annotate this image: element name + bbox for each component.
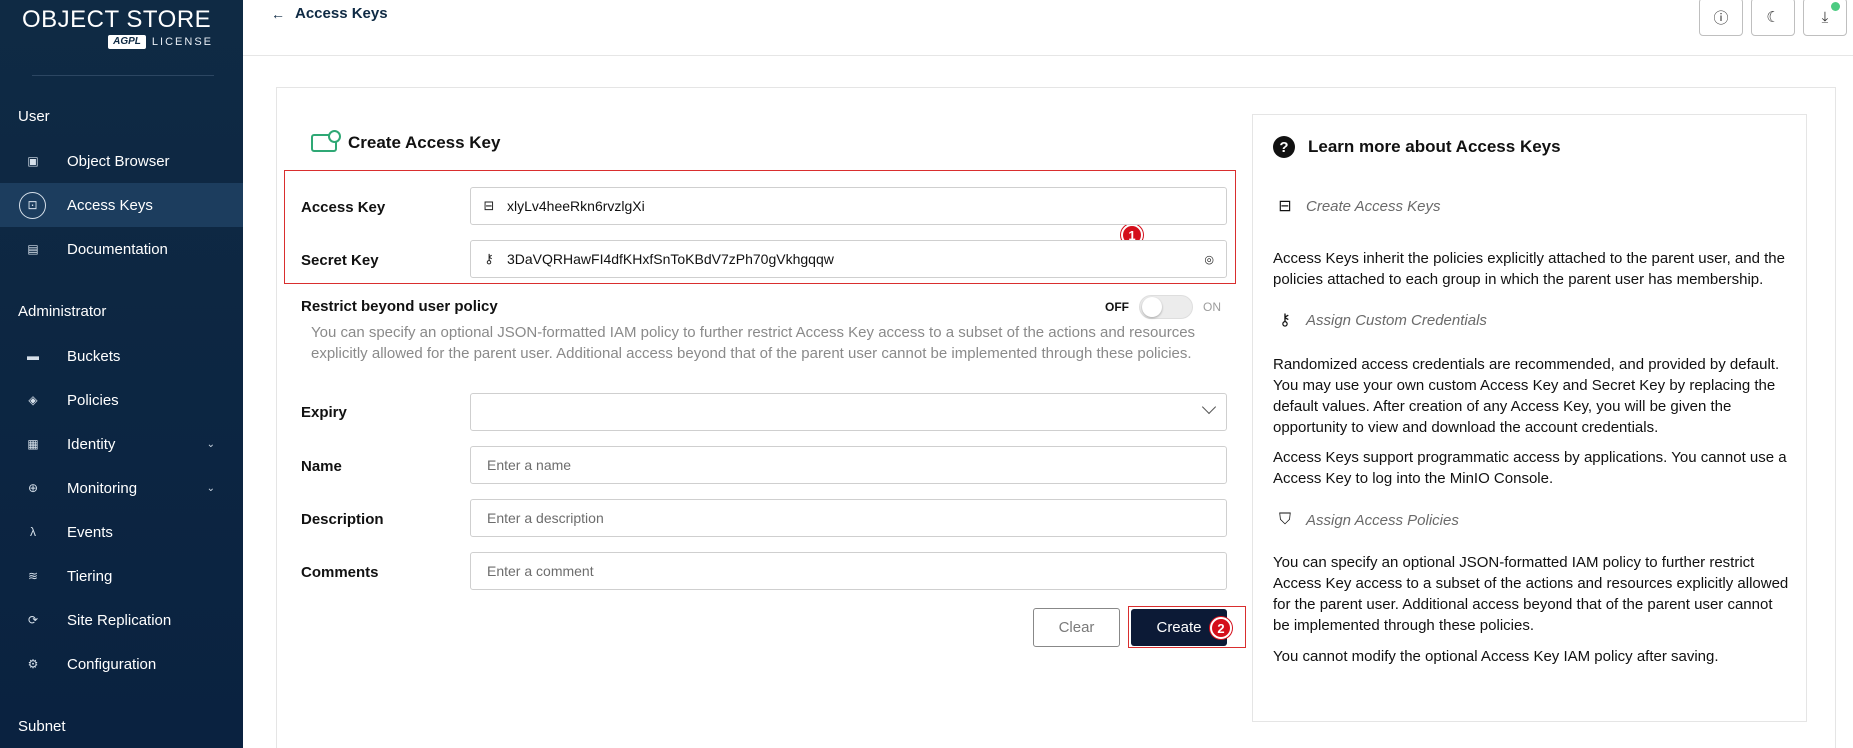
identity-icon: ▦ bbox=[27, 437, 39, 451]
chevron-down-icon: ⌄ bbox=[206, 438, 215, 450]
description-input[interactable]: Enter a description bbox=[470, 499, 1227, 537]
comments-label: Comments bbox=[301, 564, 379, 581]
sidebar-item-buckets[interactable]: ▬ Buckets bbox=[0, 334, 243, 378]
downloads-button[interactable]: ⤓ bbox=[1803, 0, 1847, 36]
lambda-icon: λ bbox=[30, 525, 36, 539]
help-subtitle-policies: ⛉ Assign Access Policies bbox=[1273, 510, 1459, 530]
id-card-icon: ⊟ bbox=[1278, 198, 1292, 215]
help-button[interactable]: ⓘ bbox=[1699, 0, 1743, 36]
key-icon: ⚷ bbox=[484, 251, 494, 266]
help-subtitle-create: ⊟ Create Access Keys bbox=[1273, 196, 1440, 216]
question-icon: ? bbox=[1273, 136, 1295, 158]
sidebar-item-policies[interactable]: ◈ Policies bbox=[0, 378, 243, 422]
name-label: Name bbox=[301, 458, 342, 475]
download-icon: ⤓ bbox=[1821, 8, 1829, 26]
back-link[interactable]: ← Access Keys bbox=[271, 5, 388, 22]
section-title-user: User bbox=[18, 108, 50, 125]
section-title-administrator: Administrator bbox=[18, 303, 107, 320]
sidebar-item-tiering[interactable]: ≋ Tiering bbox=[0, 554, 243, 598]
moon-icon: ☾ bbox=[1766, 9, 1780, 26]
id-card-icon: ⊟ bbox=[483, 198, 495, 213]
shield-icon: ⛉ bbox=[1278, 511, 1291, 528]
sidebar-item-events[interactable]: λ Events bbox=[0, 510, 243, 554]
logo: OBJECT STORE AGPL LICENSE bbox=[22, 6, 222, 54]
help-subtitle-credentials: ⚷ Assign Custom Credentials bbox=[1273, 310, 1487, 330]
section-title-subnet: Subnet bbox=[18, 718, 66, 735]
logo-text: OBJECT STORE bbox=[22, 6, 212, 33]
sidebar-item-configuration[interactable]: ⚙ Configuration bbox=[0, 642, 243, 686]
help-paragraph: Randomized access credentials are recomm… bbox=[1273, 356, 1780, 436]
access-key-label: Access Key bbox=[301, 199, 386, 216]
policies-icon: ◈ bbox=[28, 393, 38, 407]
sidebar-item-access-keys[interactable]: ⊡ Access Keys bbox=[0, 183, 243, 227]
site-replication-icon: ⟳ bbox=[27, 613, 39, 627]
monitoring-icon: ⊕ bbox=[27, 481, 39, 495]
sidebar-item-monitoring[interactable]: ⊕ Monitoring ⌄ bbox=[0, 466, 243, 510]
sidebar-item-identity[interactable]: ▦ Identity ⌄ bbox=[0, 422, 243, 466]
name-input[interactable]: Enter a name bbox=[470, 446, 1227, 484]
help-paragraph: Access Keys inherit the policies explici… bbox=[1273, 250, 1785, 288]
sidebar: OBJECT STORE AGPL LICENSE User ▣ Object … bbox=[0, 0, 243, 748]
chevron-down-icon bbox=[1201, 399, 1217, 415]
hide-password-icon[interactable]: ◎ bbox=[1204, 253, 1214, 266]
toggle-knob bbox=[1142, 297, 1162, 317]
sidebar-item-documentation[interactable]: ▤ Documentation bbox=[0, 227, 243, 271]
license-text: LICENSE bbox=[151, 36, 213, 48]
toggle-track[interactable] bbox=[1139, 295, 1193, 319]
dark-mode-button[interactable]: ☾ bbox=[1751, 0, 1795, 36]
help-paragraph: Access Keys support programmatic access … bbox=[1273, 449, 1787, 487]
agpl-badge: AGPL bbox=[108, 35, 146, 49]
restrict-policy-label: Restrict beyond user policy bbox=[301, 298, 498, 315]
description-label: Description bbox=[301, 511, 384, 528]
back-arrow-icon: ← bbox=[271, 5, 285, 22]
help-paragraph: You can specify an optional JSON-formatt… bbox=[1273, 554, 1789, 634]
access-key-card-icon bbox=[311, 130, 341, 152]
key-icon: ⚷ bbox=[1279, 312, 1291, 329]
tiering-icon: ≋ bbox=[27, 569, 39, 583]
buckets-icon: ▬ bbox=[27, 349, 39, 363]
access-keys-icon: ⊡ bbox=[19, 191, 46, 219]
object-browser-icon: ▣ bbox=[27, 154, 39, 168]
comments-input[interactable]: Enter a comment bbox=[470, 552, 1227, 590]
help-paragraph: You cannot modify the optional Access Ke… bbox=[1273, 648, 1719, 665]
secret-key-label: Secret Key bbox=[301, 252, 379, 269]
expiry-select[interactable] bbox=[470, 393, 1227, 431]
sidebar-item-site-replication[interactable]: ⟳ Site Replication bbox=[0, 598, 243, 642]
clear-button[interactable]: Clear bbox=[1033, 608, 1120, 647]
sidebar-divider bbox=[32, 75, 214, 76]
documentation-icon: ▤ bbox=[27, 242, 39, 256]
secret-key-field[interactable]: ⚷ 3DaVQRHawFI4dfKHxfSnToKBdV7zPh70gVkhgq… bbox=[470, 240, 1227, 278]
topbar: ← Access Keys ⓘ ☾ ⤓ bbox=[243, 0, 1853, 56]
sidebar-item-object-browser[interactable]: ▣ Object Browser bbox=[0, 139, 243, 183]
expiry-label: Expiry bbox=[301, 404, 347, 421]
access-key-field[interactable]: ⊟ xlyLv4heeRkn6rvzlgXi bbox=[470, 187, 1227, 225]
form-title: Create Access Key bbox=[311, 130, 500, 153]
help-title: ? Learn more about Access Keys bbox=[1273, 136, 1561, 158]
restrict-policy-description: You can specify an optional JSON-formatt… bbox=[311, 324, 1196, 362]
restrict-policy-toggle[interactable]: OFF ON bbox=[1105, 295, 1221, 319]
chevron-down-icon: ⌄ bbox=[206, 482, 215, 494]
configuration-icon: ⚙ bbox=[27, 657, 39, 671]
help-circle-icon: ⓘ bbox=[1713, 9, 1729, 27]
annotation-badge-2: 2 bbox=[1210, 617, 1232, 639]
notification-dot bbox=[1831, 2, 1840, 11]
